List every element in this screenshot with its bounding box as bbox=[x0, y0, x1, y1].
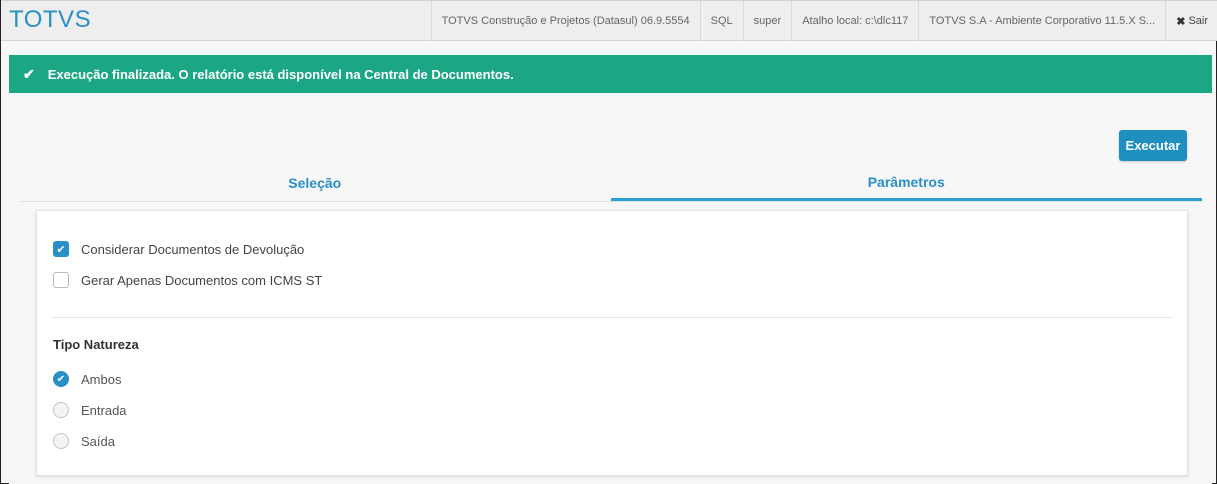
radio-label: Ambos bbox=[81, 371, 122, 387]
success-banner: ✔ Execução finalizada. O relatório está … bbox=[9, 55, 1212, 93]
radio-option-saida[interactable]: Saída bbox=[53, 433, 115, 449]
radio-unchecked[interactable] bbox=[53, 402, 69, 418]
checkbox-unchecked[interactable] bbox=[53, 272, 69, 288]
logout-button[interactable]: ✖ Sair bbox=[1165, 1, 1217, 41]
top-bar: TOTVS TOTVS Construção e Projetos (Datas… bbox=[1, 0, 1217, 41]
tipo-natureza-label: Tipo Natureza bbox=[53, 337, 139, 352]
local-shortcut: Atalho local: c:\dlc117 bbox=[791, 1, 918, 41]
totvs-logo: TOTVS bbox=[9, 6, 92, 33]
tab-bar: Seleção Parâmetros bbox=[19, 165, 1202, 202]
checkbox-label: Gerar Apenas Documentos com ICMS ST bbox=[81, 272, 323, 288]
checkbox-row-icms-st[interactable]: Gerar Apenas Documentos com ICMS ST bbox=[53, 272, 322, 288]
checkbox-checked[interactable]: ✔ bbox=[53, 241, 69, 257]
radio-label: Entrada bbox=[81, 402, 127, 418]
radio-option-ambos[interactable]: ✔ Ambos bbox=[53, 371, 121, 387]
checkbox-row-devolucao[interactable]: ✔ Considerar Documentos de Devolução bbox=[53, 241, 304, 257]
environment-name[interactable]: TOTVS S.A - Ambiente Corporativo 11.5.X … bbox=[918, 1, 1165, 41]
database-type: SQL bbox=[699, 1, 743, 41]
execute-button[interactable]: Executar bbox=[1119, 130, 1187, 161]
top-bar-info: TOTVS Construção e Projetos (Datasul) 06… bbox=[430, 1, 1217, 41]
product-version: TOTVS Construção e Projetos (Datasul) 06… bbox=[430, 1, 700, 41]
tab-selecao[interactable]: Seleção bbox=[19, 165, 611, 201]
checkbox-label: Considerar Documentos de Devolução bbox=[81, 241, 305, 257]
check-icon: ✔ bbox=[23, 65, 35, 82]
app-window: TOTVS TOTVS Construção e Projetos (Datas… bbox=[0, 0, 1217, 484]
logout-label: Sair bbox=[1188, 15, 1208, 27]
section-divider bbox=[51, 317, 1173, 318]
close-icon: ✖ bbox=[1176, 15, 1186, 28]
radio-checked[interactable]: ✔ bbox=[53, 371, 69, 387]
radio-option-entrada[interactable]: Entrada bbox=[53, 402, 127, 418]
tab-parametros[interactable]: Parâmetros bbox=[610, 165, 1202, 201]
user-name[interactable]: super bbox=[742, 1, 792, 41]
radio-unchecked[interactable] bbox=[53, 433, 69, 449]
radio-label: Saída bbox=[81, 433, 115, 449]
parameters-card: ✔ Considerar Documentos de Devolução Ger… bbox=[36, 210, 1188, 476]
banner-message: Execução finalizada. O relatório está di… bbox=[47, 66, 514, 82]
main-panel: Executar Seleção Parâmetros ✔ Considerar… bbox=[9, 93, 1212, 484]
